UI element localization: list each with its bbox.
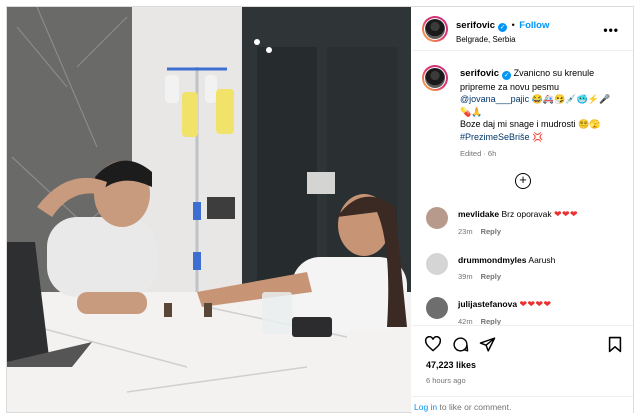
load-more-comments-icon[interactable]: + [515, 173, 531, 189]
commenter-avatar[interactable] [426, 297, 448, 319]
comment-text: Brz oporavak [501, 209, 552, 219]
comment-time: 39m [458, 272, 473, 281]
comment-time: 23m [458, 227, 473, 236]
comment-hearts: ❤❤❤❤ [519, 299, 552, 309]
reply-button[interactable]: Reply [481, 272, 501, 281]
commenter-avatar[interactable] [426, 253, 448, 275]
commenter-username[interactable]: drummondmyles [458, 255, 527, 265]
commenter-username[interactable]: julijastefanova [458, 299, 517, 309]
likes-count[interactable]: 47,223 likes [426, 360, 476, 370]
caption-hashtag[interactable]: #PrezimeSeBriše [460, 132, 530, 142]
caption-emoji-2: 💊🙏 [460, 106, 483, 117]
post-photo[interactable] [7, 7, 411, 412]
login-prompt: Log in to like or comment. [412, 396, 633, 414]
reply-button[interactable]: Reply [481, 227, 501, 236]
caption-username[interactable]: serifovic [460, 68, 499, 79]
caption-emoji-3: 😵‍💫🫣 [578, 119, 601, 129]
comment-icon[interactable] [452, 336, 469, 353]
post-header: serifovic ✓ • Follow Belgrade, Serbia ••• [412, 7, 633, 51]
caption-text-line2: Boze daj mi snage i mudrosti [460, 119, 576, 129]
post-time: 6 hours ago [426, 376, 466, 385]
caption-avatar[interactable] [422, 65, 448, 91]
post-location[interactable]: Belgrade, Serbia [456, 35, 516, 44]
commenter-username[interactable]: mevlidake [458, 209, 499, 219]
post-sidebar: serifovic ✓ • Follow Belgrade, Serbia •••… [412, 7, 633, 413]
verified-badge-icon: ✓ [502, 71, 512, 80]
follow-button[interactable]: Follow [519, 20, 549, 31]
post-caption: serifovic ✓ Zvanicno su krenule pripreme … [460, 67, 625, 161]
commenter-avatar[interactable] [426, 207, 448, 229]
author-line: serifovic ✓ • Follow [456, 20, 549, 32]
login-link[interactable]: Log in [414, 402, 437, 412]
author-username[interactable]: serifovic [456, 20, 495, 31]
verified-badge-icon: ✓ [498, 23, 508, 32]
comment-text: Aarush [528, 255, 556, 265]
separator-dot: • [511, 20, 515, 30]
action-bar: 47,223 likes 6 hours ago Log in to like … [412, 325, 633, 413]
bookmark-icon[interactable] [608, 336, 622, 353]
more-options-icon[interactable]: ••• [603, 23, 619, 37]
comment-body: julijastefanova ❤❤❤❤ 42m Reply [458, 299, 628, 326]
comment-body: mevlidake Brz oporavak ❤❤❤ 23m Reply [458, 209, 628, 236]
comment-meta: 39m Reply [458, 272, 628, 281]
comment-meta: 23m Reply [458, 227, 628, 236]
comment-hearts: ❤❤❤ [553, 209, 579, 219]
share-icon[interactable] [479, 336, 496, 353]
instagram-post: serifovic ✓ • Follow Belgrade, Serbia •••… [6, 6, 634, 413]
author-avatar[interactable] [422, 16, 448, 42]
login-text: to like or comment. [439, 402, 512, 412]
caption-mention[interactable]: @jovana___pajic [460, 94, 529, 104]
comment-body: drummondmyles Aarush 39m Reply [458, 255, 628, 281]
caption-emoji-4: 💢 [532, 131, 544, 142]
caption-meta: Edited · 6h [460, 149, 497, 158]
caption-emoji-1: 😂🚑🤧💉🥶⚡🎤 [531, 94, 611, 104]
heart-icon[interactable] [424, 336, 442, 352]
post-photo-illustration [7, 7, 411, 412]
